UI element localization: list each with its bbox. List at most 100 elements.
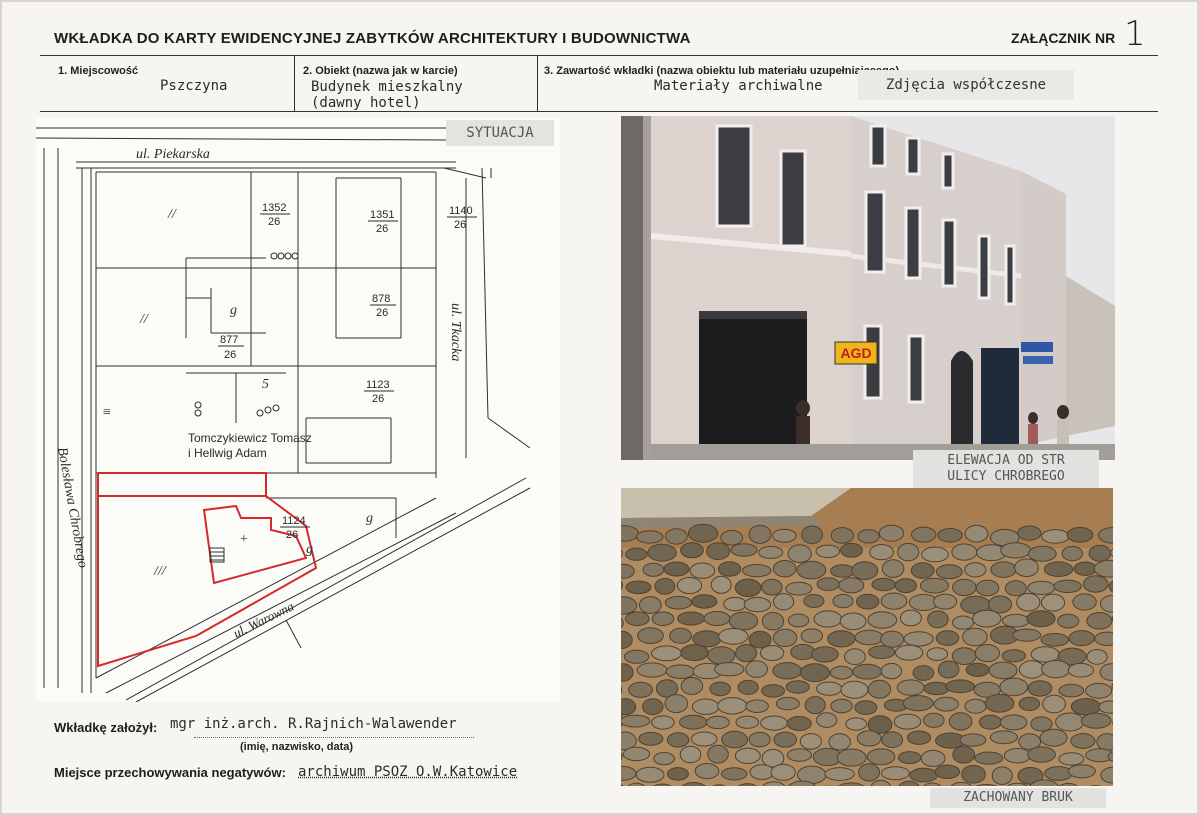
cobblestone xyxy=(962,627,988,647)
cobblestone xyxy=(679,714,708,730)
cobblestone xyxy=(990,561,1017,578)
cobblestone xyxy=(1072,593,1097,611)
parcel-sheet: 26 xyxy=(286,529,298,541)
cobblestone xyxy=(839,612,867,631)
cobblestone xyxy=(625,580,652,595)
cobblestone xyxy=(1070,733,1096,749)
cobblestone xyxy=(984,693,1015,713)
cobblestone xyxy=(1082,575,1109,593)
svg-text:+: + xyxy=(239,532,248,547)
content-value: Materiały archiwalne xyxy=(654,78,823,94)
cobblestone xyxy=(880,592,908,610)
street-piekarska: ul. Piekarska xyxy=(136,147,210,162)
cobblestone xyxy=(709,681,731,697)
cobblestone xyxy=(851,561,879,580)
cobblestone xyxy=(919,577,950,594)
cobblestone xyxy=(1016,592,1041,612)
cobblestone xyxy=(920,749,946,767)
cobblestone xyxy=(897,542,920,562)
cobblestone xyxy=(1001,649,1026,663)
author-hint: (imię, nazwisko, data) xyxy=(240,741,354,753)
cobblestone xyxy=(773,593,795,611)
cobblestone xyxy=(621,714,651,728)
cobblestone xyxy=(1053,579,1082,594)
cobblestone xyxy=(638,731,664,746)
cobblestone xyxy=(623,649,650,664)
parcel-number: 1352 xyxy=(262,202,286,214)
cobblestone xyxy=(935,564,963,580)
cobblestone xyxy=(665,664,696,679)
header-rule xyxy=(40,55,1158,56)
cobblestone xyxy=(991,766,1013,786)
svg-text://: // xyxy=(139,312,149,327)
cobblestone xyxy=(635,766,665,783)
cobblestone xyxy=(642,562,665,577)
cobblestone xyxy=(761,578,783,596)
cobblestone xyxy=(964,524,989,543)
cobblestone xyxy=(679,745,702,764)
cobblestone xyxy=(816,712,838,728)
cobblestone xyxy=(787,613,810,628)
cobblestone xyxy=(1085,682,1113,699)
cobblestone xyxy=(1039,728,1068,747)
cobblestone xyxy=(836,748,867,767)
cobblestone xyxy=(772,628,798,647)
cobblestone xyxy=(894,578,917,594)
cobblestone xyxy=(720,530,744,546)
street-tkacka: ul. Tkacka xyxy=(448,303,463,361)
cobblestone xyxy=(803,594,825,608)
cobblestone xyxy=(799,733,822,750)
cobblestone xyxy=(811,646,839,663)
cobblestone xyxy=(854,700,878,715)
cobblestone xyxy=(694,763,720,780)
cobblestone xyxy=(653,752,675,766)
object-value-line2: (dawny hotel) xyxy=(311,95,421,111)
cobblestone xyxy=(832,593,854,609)
cobblestone xyxy=(773,560,797,578)
parcel-number: 1124 xyxy=(282,515,306,527)
svg-text:g: g xyxy=(306,542,313,557)
cobblestone xyxy=(676,577,703,594)
cobblestone xyxy=(730,543,758,557)
cobblestone xyxy=(689,562,716,579)
cobblestone xyxy=(988,661,1018,680)
cobblestone xyxy=(664,694,689,714)
map-stamp: SYTUACJA xyxy=(446,120,554,146)
cobblestone xyxy=(856,730,882,747)
cobblestone xyxy=(625,547,648,561)
cobblestone xyxy=(1067,662,1094,678)
cobblestone xyxy=(787,544,812,563)
record-card: WKŁADKA DO KARTY EWIDENCYJNEJ ZABYTKÓW A… xyxy=(0,0,1199,815)
cobblestone xyxy=(830,698,853,714)
cobblestone xyxy=(772,528,797,543)
svg-text://: // xyxy=(167,207,177,222)
cobblestone xyxy=(790,643,816,661)
negatives-value: archiwum PSOZ O.W.Katowice xyxy=(298,764,518,780)
cobblestone xyxy=(1018,660,1045,679)
cobblestone xyxy=(705,715,730,730)
parcel-sheet: 26 xyxy=(224,349,236,361)
parcel-number: 877 xyxy=(220,334,238,346)
cobblestone xyxy=(760,715,789,731)
svg-text:g: g xyxy=(366,511,373,526)
svg-text:5: 5 xyxy=(262,377,269,392)
cobblestone xyxy=(680,677,704,695)
parcel-number: 1140 xyxy=(449,205,473,217)
cobblestone xyxy=(706,542,731,561)
cobblestone xyxy=(1012,628,1042,642)
cobblestone xyxy=(664,595,693,610)
cobblestone xyxy=(881,559,905,578)
cobblestone xyxy=(666,732,690,748)
cobblestone xyxy=(1094,631,1113,646)
cobblestone xyxy=(801,525,824,545)
cobblestone xyxy=(1066,527,1094,543)
cobblestone xyxy=(677,611,705,626)
place-label: 1. Miejscowość xyxy=(58,65,139,77)
cobblestone xyxy=(745,699,769,713)
cobblestone xyxy=(728,611,759,631)
cobblestone xyxy=(903,631,934,647)
cobblestone xyxy=(964,698,987,714)
cobblestone xyxy=(734,747,761,764)
parcel-number: 1351 xyxy=(370,209,394,221)
cobblestone xyxy=(1003,748,1032,764)
